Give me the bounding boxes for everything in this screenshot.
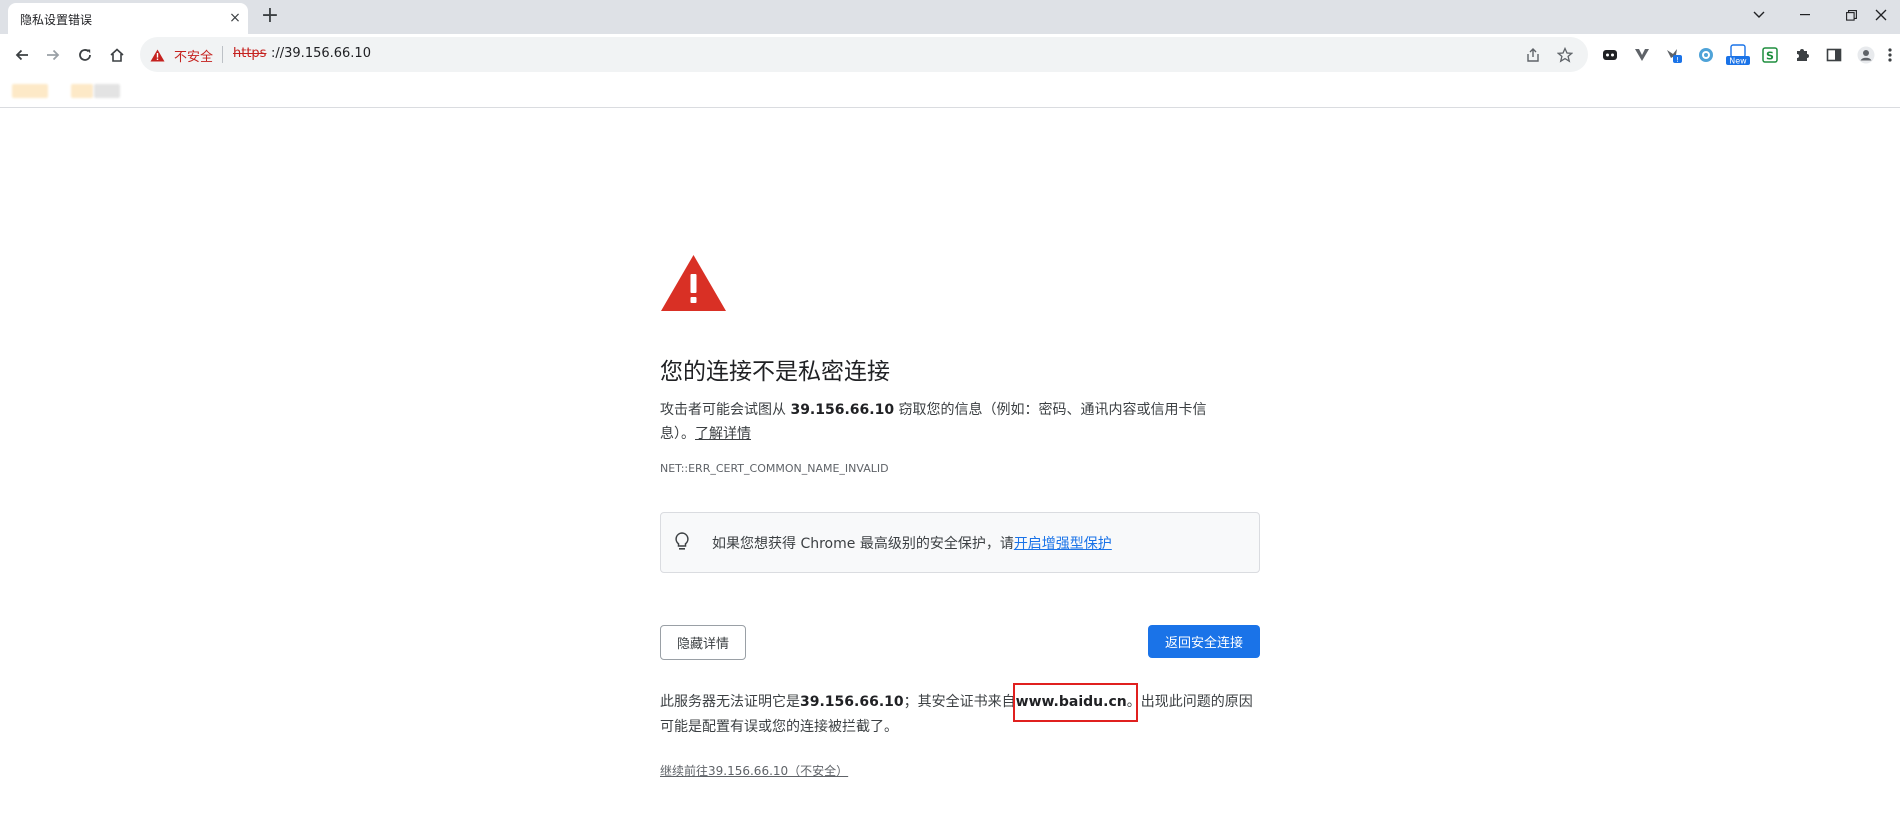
details-text: 此服务器无法证明它是39.156.66.10；其安全证书来自www.baidu.… (660, 683, 1260, 740)
bookmark-item-blurred[interactable] (12, 84, 48, 98)
warning-description: 攻击者可能会试图从 39.156.66.10 窃取您的信息（例如：密码、通讯内容… (660, 398, 1220, 446)
description-text: 攻击者可能会试图从 (660, 402, 791, 418)
enhanced-protection-text: 如果您想获得 Chrome 最高级别的安全保护，请开启增强型保护 (712, 533, 1112, 553)
bookmark-star-icon[interactable] (1555, 45, 1575, 65)
extension-target-icon[interactable] (1695, 44, 1717, 66)
minimize-icon[interactable] (1782, 0, 1828, 30)
close-window-icon[interactable] (1862, 0, 1900, 30)
active-tab[interactable]: 隐私设置错误 × (8, 3, 248, 34)
reload-icon[interactable] (71, 41, 99, 69)
extension-game-icon[interactable] (1599, 44, 1621, 66)
back-icon[interactable] (8, 41, 36, 69)
danger-warning-icon (660, 254, 727, 316)
cert-domain: www.baidu.cn (1015, 694, 1127, 710)
warning-icon[interactable] (150, 47, 165, 66)
extension-new-icon[interactable]: New (1725, 44, 1751, 66)
description-host: 39.156.66.10 (790, 402, 895, 418)
enhanced-protection-label: 如果您想获得 Chrome 最高级别的安全保护，请 (712, 536, 1014, 552)
extensions-puzzle-icon[interactable] (1791, 44, 1813, 66)
details-host: 39.156.66.10 (800, 694, 904, 710)
page-title: 您的连接不是私密连接 (660, 359, 890, 385)
cert-domain-highlight: www.baidu.cn (1012, 683, 1138, 722)
extension-vuetify-icon[interactable] (1631, 44, 1653, 66)
address-bar[interactable]: 不安全 https ://39.156.66.10 (140, 37, 1588, 72)
tab-close-icon[interactable]: × (226, 9, 244, 27)
svg-text:!: ! (1676, 56, 1679, 64)
side-panel-icon[interactable] (1823, 44, 1845, 66)
back-to-safety-button[interactable]: 返回安全连接 (1148, 625, 1260, 658)
svg-text:New: New (1729, 57, 1747, 66)
error-code[interactable]: NET::ERR_CERT_COMMON_NAME_INVALID (660, 462, 889, 475)
tab-search-icon[interactable] (1736, 0, 1782, 30)
enhanced-protection-box: 如果您想获得 Chrome 最高级别的安全保护，请开启增强型保护 (660, 512, 1260, 573)
profile-avatar-icon[interactable] (1855, 44, 1877, 66)
enhanced-protection-link[interactable]: 开启增强型保护 (1014, 536, 1112, 552)
new-tab-button[interactable]: + (258, 5, 282, 29)
bookmark-item-blurred[interactable] (71, 84, 93, 98)
tab-strip: 隐私设置错误 × + (0, 0, 1900, 34)
bookmarks-bar (0, 76, 1900, 108)
bookmark-item-blurred[interactable] (94, 84, 120, 98)
url-text: ://39.156.66.10 (271, 46, 371, 61)
proceed-unsafe-link[interactable]: 继续前往39.156.66.10（不安全） (660, 762, 848, 779)
extension-s-icon[interactable]: S (1759, 44, 1781, 66)
details-segment: ；其安全证书来自 (903, 694, 1016, 710)
extension-bird-icon[interactable]: ! (1663, 44, 1685, 66)
learn-more-link[interactable]: 了解详情 (695, 426, 751, 442)
menu-kebab-icon[interactable] (1882, 44, 1898, 66)
security-label[interactable]: 不安全 (174, 46, 213, 65)
hide-details-button[interactable]: 隐藏详情 (660, 625, 746, 660)
svg-text:S: S (1766, 50, 1774, 63)
toolbar: 不安全 https ://39.156.66.10 ! New S (0, 34, 1900, 76)
omnibox-divider (222, 46, 223, 63)
home-icon[interactable] (103, 41, 131, 69)
url-scheme: https (233, 46, 267, 61)
details-segment: 此服务器无法证明它是 (660, 694, 800, 710)
lightbulb-icon (675, 532, 689, 556)
forward-icon[interactable] (39, 41, 67, 69)
tab-title: 隐私设置错误 (20, 13, 93, 27)
share-icon[interactable] (1523, 45, 1543, 65)
